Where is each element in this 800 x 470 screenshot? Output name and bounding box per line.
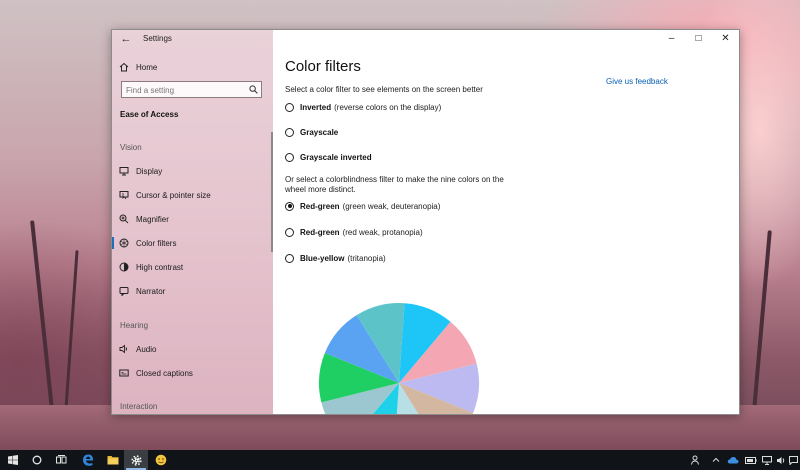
option-note: (tritanopia) xyxy=(347,253,386,263)
radio-option-inverted[interactable]: Inverted (reverse colors on the display) xyxy=(285,100,441,114)
magnifier-icon xyxy=(119,214,129,224)
option-label: Grayscale xyxy=(300,127,339,137)
sidebar-item-narrator[interactable]: Narrator xyxy=(112,280,273,302)
sidebar-item-label: Narrator xyxy=(136,286,166,296)
cortana-icon[interactable] xyxy=(26,450,48,470)
radio-option-deuteranopia[interactable]: Red-green (green weak, deuteranopia) xyxy=(285,199,440,213)
maximize-button[interactable]: □ xyxy=(685,30,712,48)
sidebar-item-label: Closed captions xyxy=(136,368,193,378)
settings-icon[interactable] xyxy=(124,450,148,470)
sidebar-item-label: Magnifier xyxy=(136,214,169,224)
option-label: Grayscale inverted xyxy=(300,152,372,162)
option-label: Blue-yellow xyxy=(300,253,345,263)
captions-icon xyxy=(119,368,129,378)
sidebar-item-label: Cursor & pointer size xyxy=(136,190,211,200)
chevron-up-icon[interactable] xyxy=(710,455,722,465)
sidebar-item-label: Audio xyxy=(136,344,157,354)
option-label: Red-green xyxy=(300,201,340,211)
people-icon[interactable] xyxy=(690,455,702,465)
sidebar-item-display[interactable]: Display xyxy=(112,160,273,182)
section-title: Ease of Access xyxy=(120,110,179,119)
edge-icon[interactable] xyxy=(76,450,100,470)
option-note: (green weak, deuteranopia) xyxy=(342,201,441,211)
group-header-vision: Vision xyxy=(120,143,142,152)
palm-tree-trunk xyxy=(30,220,54,410)
radio-option-grayscale-inverted[interactable]: Grayscale inverted xyxy=(285,150,372,164)
sidebar-item-closed-captions[interactable]: Closed captions xyxy=(112,362,273,384)
search-box[interactable] xyxy=(121,81,262,98)
page-title: Color filters xyxy=(285,58,361,75)
option-note: (red weak, protanopia) xyxy=(342,227,423,237)
radio-option-protanopia[interactable]: Red-green (red weak, protanopia) xyxy=(285,225,423,239)
sidebar-item-label: Display xyxy=(136,166,163,176)
battery-icon[interactable] xyxy=(744,455,758,465)
radio-button[interactable] xyxy=(285,152,294,162)
start-icon[interactable] xyxy=(0,450,26,470)
action-center-icon[interactable] xyxy=(788,455,799,465)
sidebar-home[interactable]: Home xyxy=(112,56,273,78)
home-label: Home xyxy=(136,62,158,72)
radio-option-grayscale[interactable]: Grayscale xyxy=(285,125,338,139)
sidebar-item-cursor[interactable]: Cursor & pointer size xyxy=(112,184,273,206)
file-explorer-icon[interactable] xyxy=(102,450,124,470)
volume-icon[interactable] xyxy=(775,455,787,465)
sidebar: Home Ease of Access Vision Display Curso… xyxy=(112,30,273,414)
radio-button[interactable] xyxy=(285,227,294,237)
sidebar-item-label: High contrast xyxy=(136,262,184,272)
radio-button-selected[interactable] xyxy=(285,201,294,211)
close-button[interactable]: ✕ xyxy=(712,30,739,48)
task-view-icon[interactable] xyxy=(50,450,72,470)
speaker-icon xyxy=(119,344,129,354)
group-header-hearing: Hearing xyxy=(120,321,149,330)
colorblind-description: Or select a colorblindness filter to mak… xyxy=(285,175,504,194)
minimize-button[interactable]: – xyxy=(658,30,685,48)
search-input[interactable] xyxy=(122,83,244,98)
sidebar-item-magnifier[interactable]: Magnifier xyxy=(112,208,273,230)
onedrive-icon[interactable] xyxy=(726,455,740,465)
radio-option-tritanopia[interactable]: Blue-yellow (tritanopia) xyxy=(285,251,386,265)
sidebar-item-high-contrast[interactable]: High contrast xyxy=(112,256,273,278)
taskbar xyxy=(0,450,800,470)
option-note: (reverse colors on the display) xyxy=(334,102,442,112)
give-feedback-link[interactable]: Give us feedback xyxy=(606,77,668,86)
sidebar-item-color-filters[interactable]: Color filters xyxy=(112,232,273,254)
network-icon[interactable] xyxy=(761,455,773,465)
radio-button[interactable] xyxy=(285,127,294,137)
window-title: Settings xyxy=(143,34,172,43)
palm-tree-trunk xyxy=(64,250,79,410)
color-wheel xyxy=(319,302,479,414)
sidebar-item-audio[interactable]: Audio xyxy=(112,338,273,360)
color-filter-icon xyxy=(119,238,129,248)
high-contrast-icon xyxy=(119,262,129,272)
radio-button[interactable] xyxy=(285,253,294,263)
settings-window: Home Ease of Access Vision Display Curso… xyxy=(111,29,740,415)
emoji-app-icon[interactable] xyxy=(150,450,172,470)
search-icon[interactable] xyxy=(249,85,258,94)
filter-description: Select a color filter to see elements on… xyxy=(285,85,483,94)
cursor-icon xyxy=(119,190,129,200)
option-label: Red-green xyxy=(300,227,340,237)
sidebar-item-label: Color filters xyxy=(136,238,177,248)
content-pane: Color filters Give us feedback Select a … xyxy=(273,30,739,414)
back-arrow-icon[interactable]: ← xyxy=(118,32,134,46)
display-icon xyxy=(119,166,129,176)
title-bar: ← Settings – □ ✕ xyxy=(112,30,739,48)
option-label: Inverted xyxy=(300,102,332,112)
home-icon xyxy=(119,62,129,72)
group-header-interaction: Interaction xyxy=(120,402,158,411)
narrator-icon xyxy=(119,286,129,296)
radio-button[interactable] xyxy=(285,102,294,112)
